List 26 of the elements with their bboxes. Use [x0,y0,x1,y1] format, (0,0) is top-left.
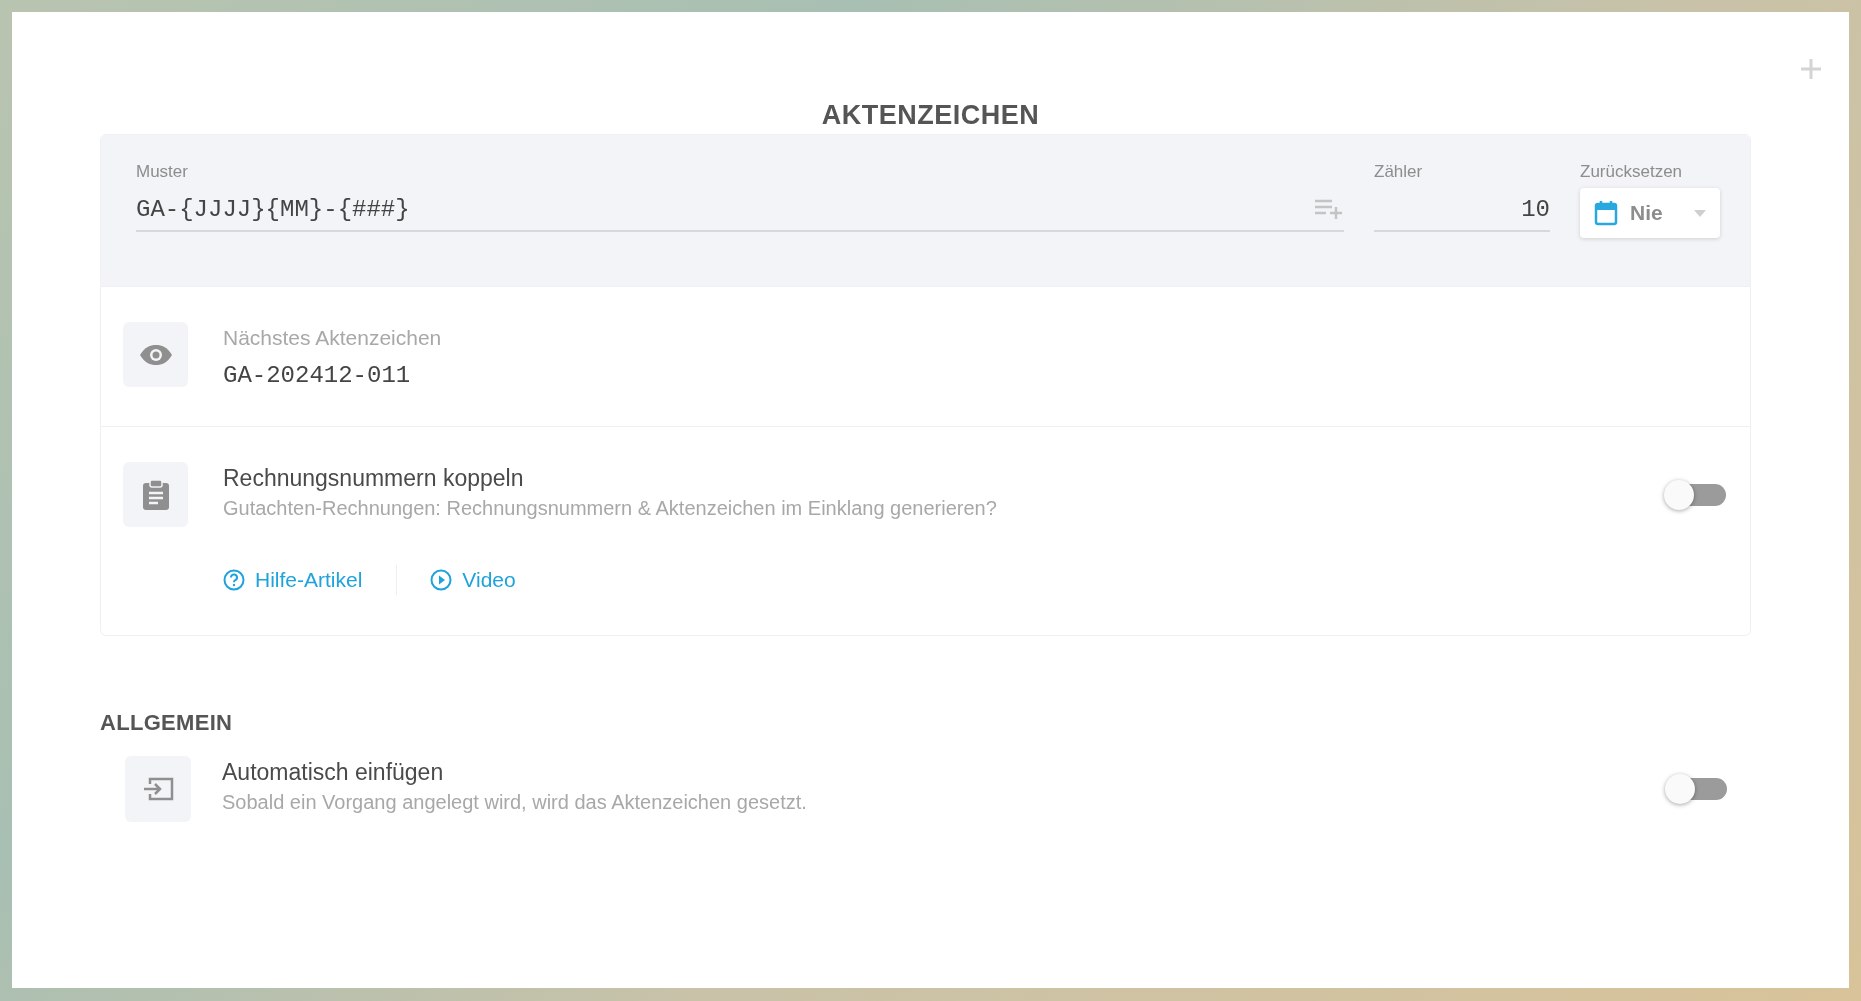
preview-value: GA-202412-011 [223,362,412,389]
preview-label: Nächstes Aktenzeichen [223,326,443,350]
pattern-field[interactable]: GA-{JJJJ}{MM}-{###} [136,188,1344,232]
toggle-switch[interactable] [1664,478,1728,512]
clipboard-icon [141,478,170,511]
list-add-icon[interactable] [1314,198,1344,220]
setting-title: Rechnungsnummern koppeln [223,465,525,492]
video-link[interactable]: Video [430,568,516,592]
dialog-title: AKTENZEICHEN [821,99,1040,132]
reset-dropdown[interactable]: Nie [1580,188,1720,238]
eye-icon [138,343,173,366]
question-circle-icon [223,569,245,591]
setting-description: Sobald ein Vorgang angelegt wird, wird das Aktenzeichen gesetzt. [222,791,808,814]
setting-description: Gutachten-Rechnungen: Rechnungsnummern & Aktenzeichen im Einklang generieren? [223,497,998,520]
field-label: Muster [136,162,189,183]
play-circle-icon [430,569,453,591]
calendar-icon [1594,200,1618,226]
arrow-into-box-icon [142,776,174,802]
setting-title: Automatisch einfügen [222,759,445,786]
field-label: Zähler [1374,162,1424,183]
help-link[interactable]: Hilfe-Artikel [223,568,363,592]
toggle-switch[interactable] [1665,772,1729,806]
field-label: Zurücksetzen [1580,162,1684,183]
caret-icon [1694,209,1706,217]
counter-field[interactable]: 10 [1374,188,1550,232]
section-heading: ALLGEMEIN [100,710,234,736]
